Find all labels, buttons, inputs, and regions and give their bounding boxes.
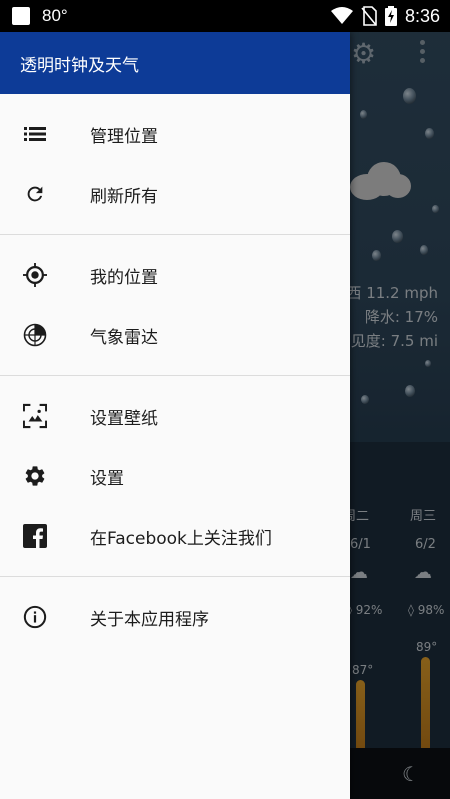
menu-item-label: 在Facebook上关注我们 [90, 528, 272, 549]
list-icon [23, 122, 47, 146]
status-time: 8:36 [404, 5, 440, 26]
menu-item-settings[interactable]: 设置 [0, 446, 350, 506]
menu-item-weather-radar[interactable]: 气象雷达 [0, 305, 350, 365]
menu-item-label: 刷新所有 [90, 186, 158, 207]
drawer-header: 透明时钟及天气 [0, 32, 350, 94]
menu-item-label: 管理位置 [90, 126, 158, 147]
drawer-title: 透明时钟及天气 [20, 55, 139, 76]
refresh-icon [23, 182, 47, 206]
drawer-section: 关于本应用程序 [0, 577, 350, 657]
navigation-drawer: 透明时钟及天气 管理位置 刷新所有 我的位置 气象雷达 设置壁纸 设置 在Fac… [0, 32, 350, 799]
drawer-section: 管理位置 刷新所有 [0, 94, 350, 235]
no-sim-icon [361, 6, 377, 26]
menu-item-label: 关于本应用程序 [90, 609, 209, 630]
menu-item-refresh-all[interactable]: 刷新所有 [0, 164, 350, 224]
menu-item-label: 设置 [90, 468, 124, 489]
info-icon [23, 605, 47, 629]
gps-target-icon [23, 263, 47, 287]
menu-item-about[interactable]: 关于本应用程序 [0, 587, 350, 647]
menu-item-my-location[interactable]: 我的位置 [0, 245, 350, 305]
radar-icon [23, 323, 47, 347]
facebook-icon [23, 524, 47, 548]
menu-item-label: 气象雷达 [90, 327, 158, 348]
menu-item-label: 设置壁纸 [90, 408, 158, 429]
menu-item-manage-locations[interactable]: 管理位置 [0, 104, 350, 164]
menu-item-set-wallpaper[interactable]: 设置壁纸 [0, 386, 350, 446]
wifi-icon [330, 7, 353, 25]
menu-item-facebook[interactable]: 在Facebook上关注我们 [0, 506, 350, 566]
gear-icon [23, 464, 47, 488]
status-temperature: 80° [42, 6, 68, 25]
status-bar: 80° 8:36 [0, 0, 450, 32]
battery-charging-icon [384, 6, 397, 26]
menu-item-label: 我的位置 [90, 267, 158, 288]
notification-icon [12, 7, 30, 25]
wallpaper-icon [23, 403, 47, 429]
drawer-section: 设置壁纸 设置 在Facebook上关注我们 [0, 376, 350, 577]
drawer-section: 我的位置 气象雷达 [0, 235, 350, 376]
